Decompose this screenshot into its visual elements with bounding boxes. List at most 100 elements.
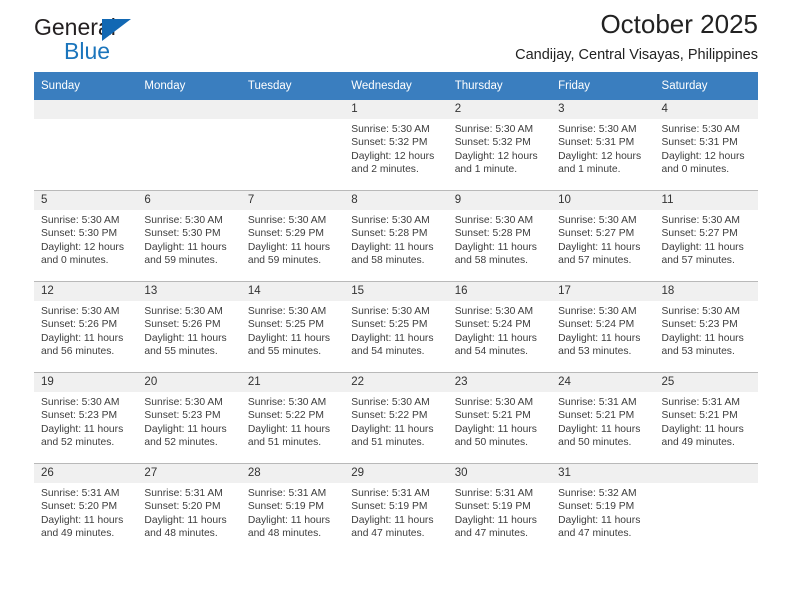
day-number: 22 bbox=[344, 373, 448, 392]
sunrise-text: Sunrise: 5:30 AM bbox=[454, 306, 534, 317]
calendar-day-cell[interactable]: 16 Sunrise: 5:30 AM Sunset: 5:24 PM Dayligh… bbox=[447, 281, 552, 373]
sunrise-text: Sunrise: 5:30 AM bbox=[454, 124, 534, 135]
sunrise-text: Sunrise: 5:30 AM bbox=[558, 124, 637, 135]
daylight-text-line2: and 52 minutes. bbox=[144, 437, 218, 449]
sunrise-text: Sunrise: 5:31 AM bbox=[351, 488, 430, 499]
day-number: 5 bbox=[34, 191, 138, 210]
sunrise-text: Sunrise: 5:30 AM bbox=[351, 215, 430, 226]
calendar-day-cell[interactable]: 25 Sunrise: 5:31 AM Sunset: 5:21 PM Dayligh… bbox=[654, 372, 758, 464]
calendar-day-cell[interactable]: 24 Sunrise: 5:31 AM Sunset: 5:21 PM Dayligh… bbox=[551, 372, 655, 464]
day-number: 25 bbox=[654, 373, 758, 392]
calendar-day-cell[interactable]: 13 Sunrise: 5:30 AM Sunset: 5:26 PM Dayligh… bbox=[137, 281, 241, 373]
sunrise-text: Sunrise: 5:32 AM bbox=[558, 488, 637, 499]
daylight-text-line1: Daylight: 11 hours bbox=[454, 241, 537, 253]
calendar-day-cell[interactable]: 7 Sunrise: 5:30 AM Sunset: 5:29 PM Daylight… bbox=[240, 190, 345, 282]
calendar-page: General Blue October 2025 Candijay, Cent… bbox=[0, 0, 792, 612]
day-number: 14 bbox=[240, 282, 345, 301]
calendar-day-cell[interactable]: 26 Sunrise: 5:31 AM Sunset: 5:20 PM Dayligh… bbox=[34, 463, 138, 554]
sunrise-text: Sunrise: 5:30 AM bbox=[247, 397, 327, 408]
day-number bbox=[654, 464, 758, 483]
calendar-week-row: 19 Sunrise: 5:30 AM Sunset: 5:23 PM Dayligh… bbox=[34, 372, 758, 464]
weekday-header-friday: Friday bbox=[551, 72, 655, 100]
daylight-text-line2: and 48 minutes. bbox=[144, 528, 218, 540]
sunrise-text: Sunrise: 5:30 AM bbox=[558, 215, 637, 226]
sunset-text: Sunset: 5:23 PM bbox=[144, 410, 221, 422]
calendar-day-cell[interactable]: 31 Sunrise: 5:32 AM Sunset: 5:19 PM Dayligh… bbox=[551, 463, 655, 554]
day-details: Sunrise: 5:31 AM Sunset: 5:20 PM Daylight:… bbox=[137, 483, 240, 541]
calendar-day-cell[interactable]: 12 Sunrise: 5:30 AM Sunset: 5:26 PM Dayligh… bbox=[34, 281, 138, 373]
calendar-day-cell[interactable]: 29 Sunrise: 5:31 AM Sunset: 5:19 PM Dayligh… bbox=[344, 463, 448, 554]
sunset-text: Sunset: 5:21 PM bbox=[661, 410, 738, 422]
calendar-day-cell[interactable]: 11 Sunrise: 5:30 AM Sunset: 5:27 PM Dayligh… bbox=[654, 190, 758, 282]
calendar-day-cell[interactable]: 28 Sunrise: 5:31 AM Sunset: 5:19 PM Dayligh… bbox=[240, 463, 345, 554]
sunset-text: Sunset: 5:20 PM bbox=[144, 501, 221, 513]
day-details: Sunrise: 5:31 AM Sunset: 5:21 PM Daylight:… bbox=[655, 392, 758, 450]
sunset-text: Sunset: 5:24 PM bbox=[558, 319, 635, 331]
day-details: Sunrise: 5:31 AM Sunset: 5:19 PM Daylight:… bbox=[241, 483, 344, 541]
day-number: 10 bbox=[551, 191, 655, 210]
weekday-header-sunday: Sunday bbox=[34, 72, 138, 100]
calendar-day-cell[interactable]: 20 Sunrise: 5:30 AM Sunset: 5:23 PM Dayligh… bbox=[137, 372, 241, 464]
daylight-text-line1: Daylight: 11 hours bbox=[558, 241, 641, 253]
daylight-text-line1: Daylight: 11 hours bbox=[247, 241, 331, 253]
calendar-day-cell[interactable]: 8 Sunrise: 5:30 AM Sunset: 5:28 PM Daylight… bbox=[344, 190, 448, 282]
sunset-text: Sunset: 5:25 PM bbox=[351, 319, 428, 331]
sunrise-text: Sunrise: 5:31 AM bbox=[41, 488, 120, 499]
daylight-text-line1: Daylight: 11 hours bbox=[454, 423, 537, 435]
day-details: Sunrise: 5:30 AM Sunset: 5:21 PM Daylight:… bbox=[448, 392, 551, 450]
daylight-text-line2: and 52 minutes. bbox=[41, 437, 115, 449]
page-subtitle: Candijay, Central Visayas, Philippines bbox=[515, 47, 758, 63]
calendar-week-row: 12 Sunrise: 5:30 AM Sunset: 5:26 PM Dayligh… bbox=[34, 281, 758, 373]
daylight-text-line1: Daylight: 12 hours bbox=[351, 150, 435, 162]
daylight-text-line1: Daylight: 11 hours bbox=[144, 423, 227, 435]
calendar-day-cell[interactable]: 30 Sunrise: 5:31 AM Sunset: 5:19 PM Dayligh… bbox=[447, 463, 552, 554]
day-number: 21 bbox=[240, 373, 345, 392]
calendar-day-cell[interactable]: 22 Sunrise: 5:30 AM Sunset: 5:22 PM Dayligh… bbox=[344, 372, 448, 464]
day-details: Sunrise: 5:31 AM Sunset: 5:21 PM Daylight:… bbox=[551, 392, 654, 450]
daylight-text-line1: Daylight: 12 hours bbox=[454, 150, 538, 162]
generalblue-logo[interactable]: General Blue bbox=[34, 14, 234, 66]
day-details: Sunrise: 5:30 AM Sunset: 5:24 PM Daylight:… bbox=[551, 301, 654, 359]
daylight-text-line1: Daylight: 11 hours bbox=[558, 332, 641, 344]
day-number: 24 bbox=[551, 373, 655, 392]
daylight-text-line2: and 0 minutes. bbox=[41, 255, 109, 267]
calendar-day-cell[interactable]: 4 Sunrise: 5:30 AM Sunset: 5:31 PM Daylight… bbox=[654, 100, 758, 191]
day-number: 12 bbox=[34, 282, 138, 301]
calendar-day-cell[interactable]: 5 Sunrise: 5:30 AM Sunset: 5:30 PM Daylight… bbox=[34, 190, 138, 282]
sunrise-text: Sunrise: 5:31 AM bbox=[558, 397, 637, 408]
calendar-day-cell[interactable]: 2 Sunrise: 5:30 AM Sunset: 5:32 PM Daylight… bbox=[447, 100, 552, 191]
daylight-text-line2: and 58 minutes. bbox=[454, 255, 528, 267]
calendar-day-cell[interactable]: 14 Sunrise: 5:30 AM Sunset: 5:25 PM Dayligh… bbox=[240, 281, 345, 373]
day-number: 9 bbox=[447, 191, 552, 210]
day-details: Sunrise: 5:32 AM Sunset: 5:19 PM Daylight:… bbox=[551, 483, 654, 541]
sunset-text: Sunset: 5:19 PM bbox=[454, 501, 531, 513]
daylight-text-line1: Daylight: 11 hours bbox=[351, 423, 434, 435]
weekday-header-thursday: Thursday bbox=[447, 72, 552, 100]
day-details: Sunrise: 5:31 AM Sunset: 5:19 PM Daylight:… bbox=[344, 483, 447, 541]
daylight-text-line1: Daylight: 11 hours bbox=[41, 514, 124, 526]
daylight-text-line2: and 53 minutes. bbox=[661, 346, 735, 358]
calendar-day-cell[interactable]: 9 Sunrise: 5:30 AM Sunset: 5:28 PM Daylight… bbox=[447, 190, 552, 282]
calendar-day-cell[interactable]: 15 Sunrise: 5:30 AM Sunset: 5:25 PM Dayligh… bbox=[344, 281, 448, 373]
day-details: Sunrise: 5:30 AM Sunset: 5:23 PM Daylight:… bbox=[34, 392, 137, 450]
calendar-day-cell[interactable]: 19 Sunrise: 5:30 AM Sunset: 5:23 PM Dayligh… bbox=[34, 372, 138, 464]
calendar-day-cell[interactable]: 17 Sunrise: 5:30 AM Sunset: 5:24 PM Dayligh… bbox=[551, 281, 655, 373]
calendar-day-cell[interactable]: 3 Sunrise: 5:30 AM Sunset: 5:31 PM Daylight… bbox=[551, 100, 655, 191]
sunset-text: Sunset: 5:28 PM bbox=[454, 228, 531, 240]
sunset-text: Sunset: 5:20 PM bbox=[41, 501, 118, 513]
calendar-day-cell-empty bbox=[654, 463, 758, 554]
daylight-text-line2: and 57 minutes. bbox=[558, 255, 632, 267]
sunset-text: Sunset: 5:31 PM bbox=[661, 137, 738, 149]
calendar-day-cell[interactable]: 10 Sunrise: 5:30 AM Sunset: 5:27 PM Dayligh… bbox=[551, 190, 655, 282]
weekday-header-monday: Monday bbox=[137, 72, 241, 100]
calendar-day-cell[interactable]: 1 Sunrise: 5:30 AM Sunset: 5:32 PM Daylight… bbox=[344, 100, 448, 191]
sunrise-text: Sunrise: 5:31 AM bbox=[247, 488, 327, 499]
sunrise-text: Sunrise: 5:30 AM bbox=[454, 215, 534, 226]
sunset-text: Sunset: 5:32 PM bbox=[351, 137, 428, 149]
calendar-day-cell[interactable]: 18 Sunrise: 5:30 AM Sunset: 5:23 PM Dayligh… bbox=[654, 281, 758, 373]
day-details: Sunrise: 5:30 AM Sunset: 5:26 PM Daylight:… bbox=[34, 301, 137, 359]
calendar-day-cell[interactable]: 23 Sunrise: 5:30 AM Sunset: 5:21 PM Dayligh… bbox=[447, 372, 552, 464]
calendar-day-cell[interactable]: 27 Sunrise: 5:31 AM Sunset: 5:20 PM Dayligh… bbox=[137, 463, 241, 554]
calendar-day-cell[interactable]: 21 Sunrise: 5:30 AM Sunset: 5:22 PM Dayligh… bbox=[240, 372, 345, 464]
calendar-day-cell[interactable]: 6 Sunrise: 5:30 AM Sunset: 5:30 PM Daylight… bbox=[137, 190, 241, 282]
